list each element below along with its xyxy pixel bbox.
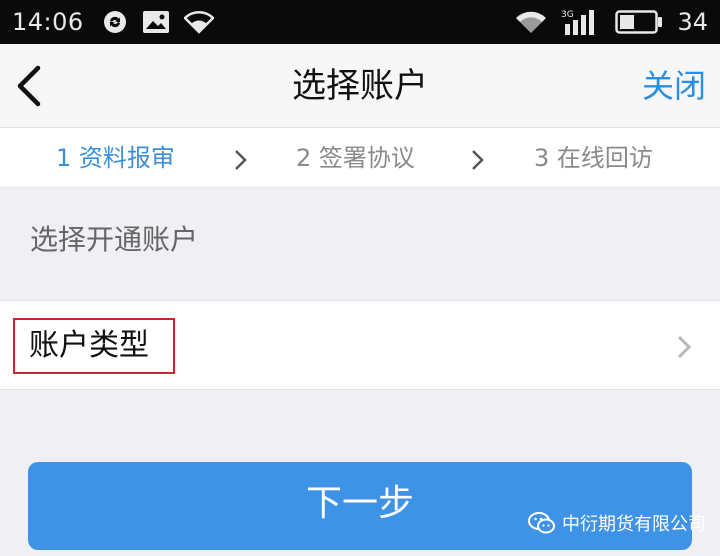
network-type-label: 3G [561, 10, 574, 20]
status-time: 14:06 [12, 8, 84, 36]
image-notification-icon [142, 11, 169, 33]
watermark: 中衍期货有限公司 [528, 508, 706, 538]
section-label: 选择开通账户 [30, 223, 199, 256]
battery-level-text: 34 [677, 8, 708, 36]
step-indicator: 1 资料报审 2 签署协议 3 在线回访 [0, 128, 720, 188]
chevron-right-icon [472, 150, 484, 170]
chevron-right-icon [677, 335, 692, 359]
account-type-label: 账户类型 [29, 328, 149, 363]
account-type-row[interactable]: 账户类型 [0, 300, 720, 390]
step-2: 2 签署协议 [296, 144, 415, 172]
page-title: 选择账户 [292, 66, 428, 106]
status-system-icons: 3G 34 [515, 8, 708, 36]
chevron-left-icon [17, 65, 41, 107]
status-bar: 14:06 3G 34 [0, 0, 720, 44]
sync-icon [103, 11, 126, 33]
cellular-signal-icon: 3G [561, 10, 595, 35]
highlight-box: 账户类型 [13, 318, 175, 374]
navigation-bar: 选择账户 关闭 [0, 44, 720, 128]
wechat-icon [528, 512, 555, 534]
wifi-icon [183, 11, 214, 34]
wifi-icon [516, 11, 547, 34]
back-button[interactable] [10, 62, 54, 110]
chevron-right-icon [235, 150, 247, 170]
status-notification-icons [102, 9, 214, 35]
step-1: 1 资料报审 [56, 144, 175, 172]
watermark-text: 中衍期货有限公司 [562, 514, 706, 535]
battery-icon [615, 10, 663, 34]
close-button[interactable]: 关闭 [642, 44, 706, 128]
step-3: 3 在线回访 [534, 144, 653, 172]
